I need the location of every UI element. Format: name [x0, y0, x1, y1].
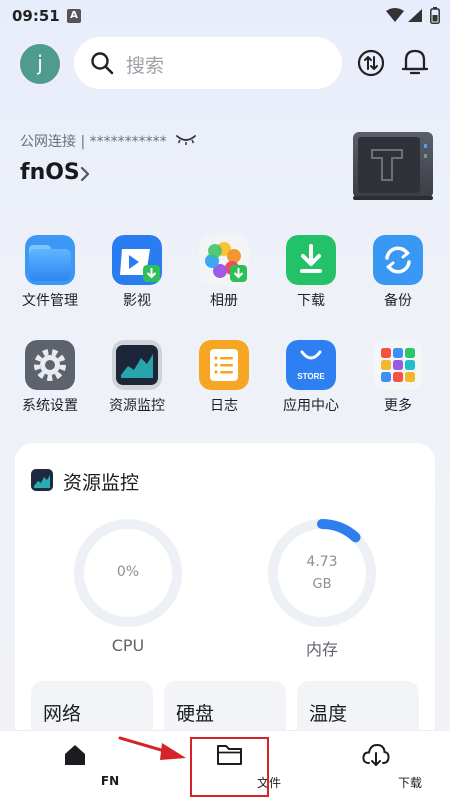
nav-tab-fn[interactable]: FN	[40, 731, 119, 800]
store-badge-text: STORE	[297, 372, 325, 381]
red-arrow-annotation	[118, 736, 186, 760]
app-label: 文件管理	[22, 293, 78, 309]
memory-unit: GB	[312, 577, 332, 592]
disk-tile-label: 硬盘	[176, 703, 215, 725]
app-label: 更多	[384, 398, 412, 414]
chevron-right-icon	[80, 166, 90, 182]
app-label: 日志	[210, 398, 238, 414]
download-icon	[286, 235, 336, 285]
memory-gauge	[268, 519, 376, 627]
bell-icon[interactable]	[401, 47, 429, 77]
nav-tab-download[interactable]: 下载	[340, 731, 422, 800]
signal-icon	[408, 9, 422, 22]
cpu-value: 0%	[116, 564, 140, 580]
app-label: 系统设置	[22, 398, 78, 414]
home-icon	[65, 745, 85, 765]
status-bar: 09:51 A	[0, 0, 450, 32]
card-title: 资源监控	[63, 472, 140, 494]
app-label: 应用中心	[283, 398, 339, 414]
battery-icon	[430, 7, 440, 24]
highlight-box	[190, 737, 269, 797]
search-input[interactable]: 搜索	[74, 37, 342, 89]
video-icon	[112, 235, 162, 285]
memory-value: 4.73	[306, 554, 338, 570]
cloud-download-icon	[362, 743, 390, 766]
wifi-icon	[386, 8, 404, 22]
app-label: 下载	[297, 293, 325, 309]
temperature-tile-label: 温度	[309, 703, 348, 725]
nav-label-fn: FN	[100, 774, 120, 788]
memory-label: 内存	[305, 640, 338, 659]
device-name: fnOS	[20, 160, 80, 185]
search-icon	[91, 52, 114, 75]
log-icon	[199, 340, 249, 390]
store-icon: STORE	[286, 340, 336, 390]
app-label: 影视	[123, 293, 151, 309]
status-time: 09:51	[12, 7, 60, 25]
network-tile-label: 网络	[43, 703, 82, 725]
avatar[interactable]: j	[20, 44, 60, 84]
eye-hidden-icon[interactable]	[176, 134, 196, 146]
resource-monitor-card[interactable]: 资源监控 0% CPU 4.73 GB 内存 网络 硬盘 温度	[15, 443, 435, 743]
monitor-icon	[31, 469, 53, 491]
photos-icon	[199, 235, 249, 285]
monitor-icon	[112, 340, 162, 390]
nav-label-download: 下载	[397, 776, 422, 790]
transfer-icon[interactable]	[357, 49, 385, 77]
app-label: 备份	[384, 293, 412, 309]
notification-icon: A	[67, 9, 81, 23]
app-label: 相册	[210, 293, 238, 309]
connection-label: 公网连接 | ***********	[20, 134, 167, 150]
app-label: 资源监控	[109, 398, 165, 414]
folder-icon	[25, 235, 75, 285]
settings-icon	[25, 340, 75, 390]
cpu-label: CPU	[111, 636, 145, 655]
nas-device-image	[353, 132, 433, 200]
more-icon	[373, 340, 423, 390]
search-placeholder: 搜索	[126, 55, 165, 77]
backup-icon	[373, 235, 423, 285]
